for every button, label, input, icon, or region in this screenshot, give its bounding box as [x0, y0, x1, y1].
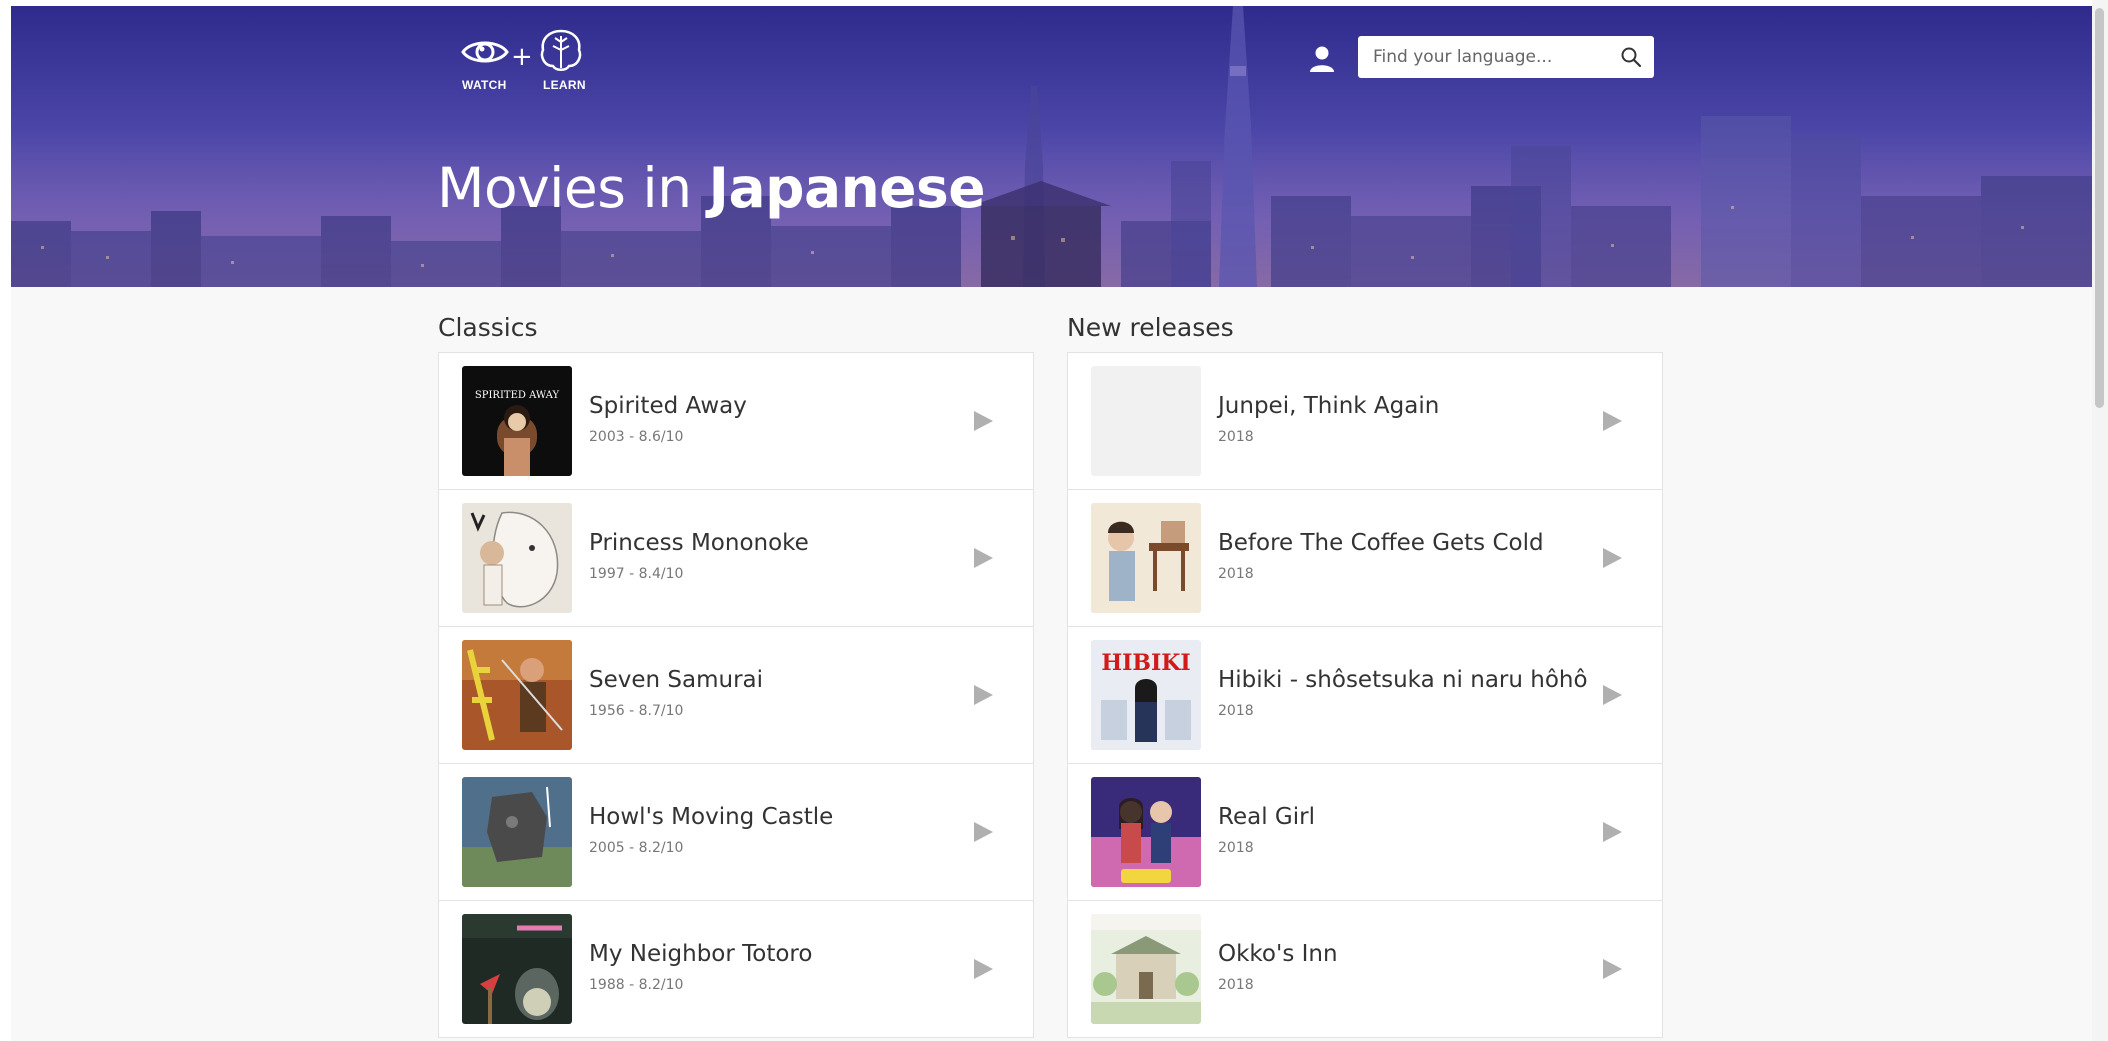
logo-plus: + [511, 42, 533, 72]
movie-meta: 2018 [1218, 429, 1254, 445]
movie-title[interactable]: Spirited Away [589, 393, 747, 419]
movie-poster [462, 777, 572, 887]
logo-watch-label: WATCH [462, 78, 507, 92]
movie-title[interactable]: Hibiki - shôsetsuka ni naru hôhô [1218, 667, 1588, 693]
movie-item-before-the-coffee-gets-cold[interactable]: Before The Coffee Gets Cold 2018 [1068, 490, 1662, 627]
movie-meta: 2003 - 8.6/10 [589, 429, 684, 445]
movie-poster [462, 503, 572, 613]
movie-title[interactable]: Real Girl [1218, 804, 1315, 830]
movie-item-seven-samurai[interactable]: Seven Samurai 1956 - 8.7/10 [439, 627, 1033, 764]
movie-meta: 2005 - 8.2/10 [589, 840, 684, 856]
movie-meta: 1956 - 8.7/10 [589, 703, 684, 719]
movie-item-howls-moving-castle[interactable]: Howl's Moving Castle 2005 - 8.2/10 [439, 764, 1033, 901]
new-releases-heading: New releases [1067, 313, 1234, 342]
movie-title[interactable]: Princess Mononoke [589, 530, 809, 556]
new-releases-section: New releases Junpei, Think Again 2018 Be… [1067, 308, 1663, 1038]
movie-item-okkos-inn[interactable]: Okko's Inn 2018 [1068, 901, 1662, 1038]
user-icon[interactable] [1307, 44, 1337, 74]
movie-title[interactable]: Howl's Moving Castle [589, 804, 833, 830]
movie-item-real-girl[interactable]: Real Girl 2018 [1068, 764, 1662, 901]
movie-item-spirited-away[interactable]: SPIRITED AWAY Spirited Away 2003 - 8.6/1… [439, 353, 1033, 490]
movie-item-princess-mononoke[interactable]: Princess Mononoke 1997 - 8.4/10 [439, 490, 1033, 627]
movie-poster [1091, 777, 1201, 887]
movie-meta: 1997 - 8.4/10 [589, 566, 684, 582]
play-icon[interactable] [1600, 957, 1624, 981]
page-title: Movies in Japanese [437, 156, 986, 220]
movie-title[interactable]: Before The Coffee Gets Cold [1218, 530, 1544, 556]
movie-item-hibiki[interactable]: HIBIKI Hibiki - shôsetsuka ni naru hôhô … [1068, 627, 1662, 764]
page-scrollbar[interactable] [2092, 0, 2108, 1041]
language-search-box [1358, 36, 1654, 78]
play-icon[interactable] [971, 409, 995, 433]
page-title-language: Japanese [708, 156, 986, 220]
play-icon[interactable] [971, 957, 995, 981]
classics-list: SPIRITED AWAY Spirited Away 2003 - 8.6/1… [438, 352, 1034, 1038]
movie-title[interactable]: Seven Samurai [589, 667, 763, 693]
movie-title[interactable]: My Neighbor Totoro [589, 941, 812, 967]
movie-poster [1091, 914, 1201, 1024]
movie-poster: HIBIKI [1091, 640, 1201, 750]
scrollbar-thumb[interactable] [2095, 8, 2104, 408]
eye-icon [461, 41, 509, 63]
movie-meta: 1988 - 8.2/10 [589, 977, 684, 993]
play-icon[interactable] [1600, 409, 1624, 433]
play-icon[interactable] [1600, 546, 1624, 570]
play-icon[interactable] [971, 683, 995, 707]
page: + WATCH LEARN Movies in Japanese Classic… [11, 6, 2092, 1041]
movie-poster [462, 914, 572, 1024]
play-icon[interactable] [971, 820, 995, 844]
play-icon[interactable] [1600, 820, 1624, 844]
hero-banner: + WATCH LEARN Movies in Japanese [11, 6, 2092, 287]
movie-meta: 2018 [1218, 566, 1254, 582]
new-releases-list: Junpei, Think Again 2018 Before The Coff… [1067, 352, 1663, 1038]
movie-poster [1091, 503, 1201, 613]
movie-meta: 2018 [1218, 840, 1254, 856]
poster-title-text: HIBIKI [1101, 650, 1190, 676]
language-search-input[interactable] [1358, 36, 1608, 78]
search-icon[interactable] [1620, 46, 1642, 68]
brain-icon [540, 29, 582, 71]
movie-poster: SPIRITED AWAY [462, 366, 572, 476]
movie-item-my-neighbor-totoro[interactable]: My Neighbor Totoro 1988 - 8.2/10 [439, 901, 1033, 1038]
page-title-prefix: Movies in [437, 156, 709, 220]
movie-poster [462, 640, 572, 750]
logo-learn-label: LEARN [543, 78, 586, 92]
movie-meta: 2018 [1218, 977, 1254, 993]
city-skyline-image [11, 6, 2092, 287]
poster-title-text: SPIRITED AWAY [475, 390, 560, 401]
play-icon[interactable] [971, 546, 995, 570]
movie-poster-placeholder [1091, 366, 1201, 476]
watch-learn-logo[interactable]: + WATCH LEARN [449, 28, 589, 98]
movie-title[interactable]: Okko's Inn [1218, 941, 1338, 967]
play-icon[interactable] [1600, 683, 1624, 707]
classics-section: Classics SPIRITED AWAY Spirited Away 200… [438, 308, 1034, 1038]
movie-item-junpei-think-again[interactable]: Junpei, Think Again 2018 [1068, 353, 1662, 490]
classics-heading: Classics [438, 313, 538, 342]
movie-title[interactable]: Junpei, Think Again [1218, 393, 1439, 419]
movie-meta: 2018 [1218, 703, 1254, 719]
